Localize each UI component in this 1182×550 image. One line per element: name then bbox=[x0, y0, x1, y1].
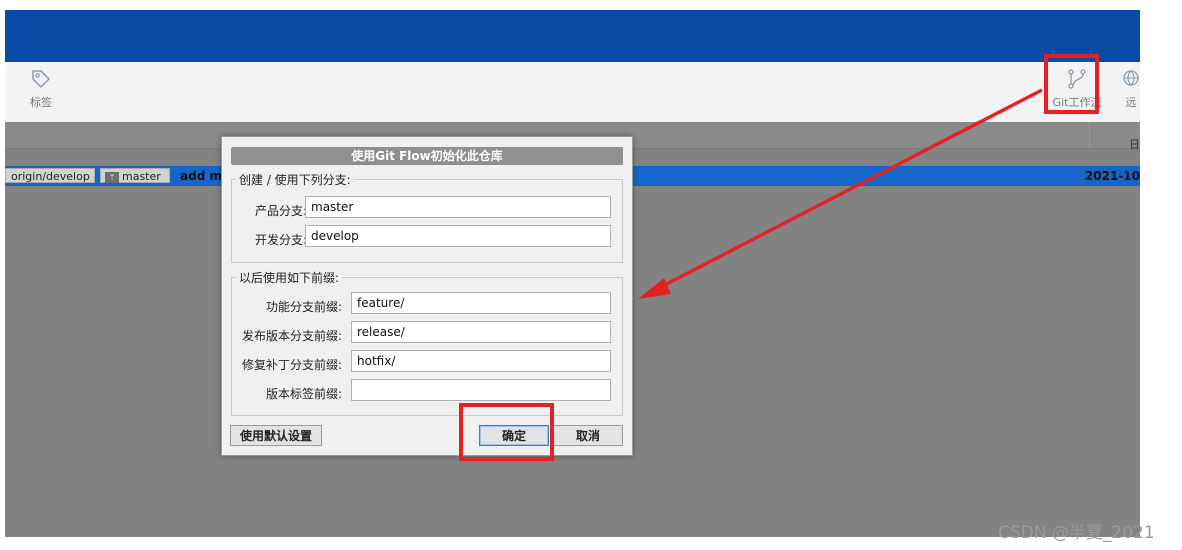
tag-icon bbox=[32, 70, 50, 88]
release-prefix-label: 发布版本分支前缀: bbox=[241, 329, 342, 343]
production-branch-label: 产品分支: bbox=[255, 204, 308, 218]
remote-branch-badge: origin/develop bbox=[5, 168, 95, 183]
tag-button[interactable]: 标签 bbox=[13, 68, 69, 110]
cancel-button[interactable]: 取消 bbox=[553, 425, 623, 446]
column-divider[interactable] bbox=[1089, 122, 1090, 148]
watermark: CSDN @半夏_2021 bbox=[998, 523, 1155, 543]
branch-icon: ᛘ bbox=[105, 171, 119, 183]
hotfix-prefix-input[interactable] bbox=[351, 350, 611, 372]
version-tag-prefix-input[interactable] bbox=[351, 379, 611, 401]
feature-prefix-label: 功能分支前缀: bbox=[265, 300, 342, 314]
feature-prefix-input[interactable] bbox=[351, 292, 611, 314]
local-branch-label: master bbox=[122, 170, 161, 183]
toolbar: 标签 Git工作流 远 bbox=[5, 62, 1140, 123]
commit-date: 2021-10 bbox=[1084, 169, 1140, 183]
version-tag-prefix-label: 版本标签前缀: bbox=[265, 387, 342, 401]
date-column-header[interactable]: 日 bbox=[1129, 136, 1140, 152]
develop-branch-label: 开发分支: bbox=[255, 233, 308, 247]
dialog-title: 使用Git Flow初始化此仓库 bbox=[231, 147, 623, 165]
develop-branch-input[interactable] bbox=[305, 225, 611, 247]
annotation-box-ok bbox=[459, 403, 554, 461]
release-prefix-input[interactable] bbox=[351, 321, 611, 343]
globe-icon bbox=[1123, 70, 1139, 86]
tag-label: 标签 bbox=[30, 96, 52, 109]
git-flow-init-dialog: 使用Git Flow初始化此仓库 创建 / 使用下列分支: 产品分支: 开发分支… bbox=[221, 136, 633, 456]
remote-button[interactable]: 远 bbox=[1111, 68, 1140, 110]
local-branch-badge: ᛘ master bbox=[100, 168, 170, 183]
title-bar bbox=[5, 10, 1140, 62]
remote-label: 远 bbox=[1125, 96, 1137, 109]
commit-message: add m bbox=[180, 169, 222, 183]
branches-group-legend: 创建 / 使用下列分支: bbox=[239, 173, 351, 187]
prefix-group-legend: 以后使用如下前缀: bbox=[239, 271, 340, 285]
use-defaults-button[interactable]: 使用默认设置 bbox=[230, 425, 322, 446]
hotfix-prefix-label: 修复补丁分支前缀: bbox=[241, 358, 342, 372]
annotation-box-git-flow bbox=[1044, 54, 1099, 114]
production-branch-input[interactable] bbox=[305, 196, 611, 218]
